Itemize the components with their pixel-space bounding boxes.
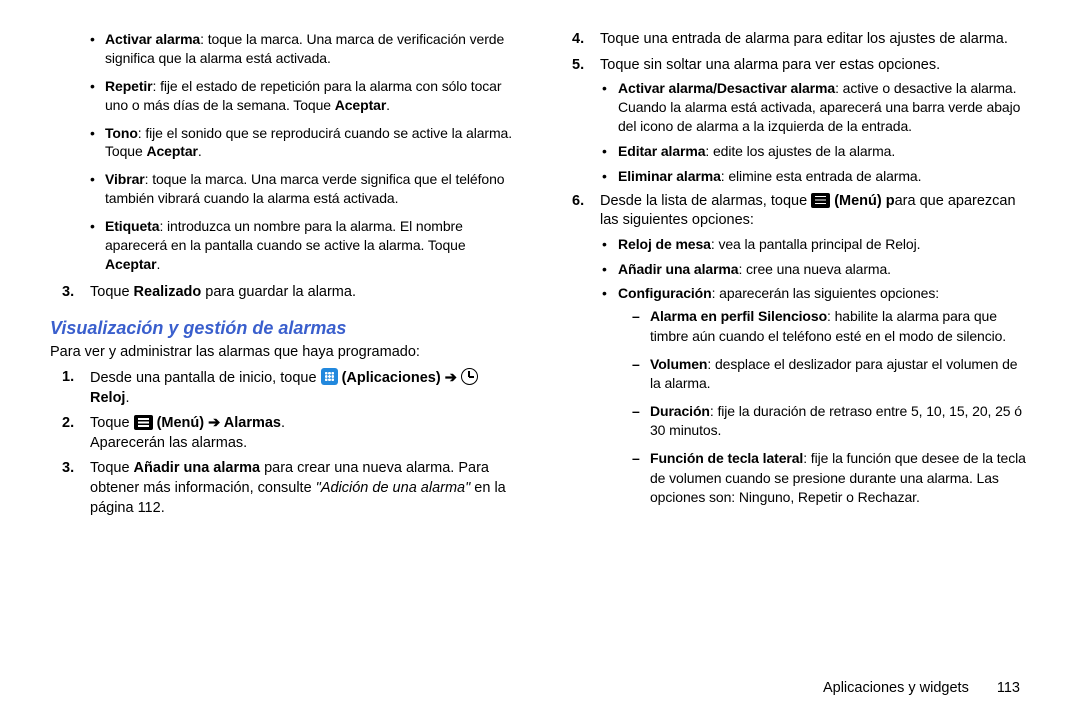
heading-visualizacion: Visualización y gestión de alarmas (50, 316, 520, 340)
page-footer: Aplicaciones y widgets 113 (823, 680, 1020, 696)
intro-text: Para ver y administrar las alarmas que h… (50, 343, 520, 363)
bullet-vibrar: Vibrar: toque la marca. Una marca verde … (50, 170, 520, 208)
footer-page-number: 113 (997, 680, 1020, 696)
dash-volumen: Volumen: desplace el deslizador para aju… (618, 355, 1030, 394)
s5-editar: Editar alarma: edite los ajustes de la a… (600, 142, 1030, 161)
view-step-3: 3. Toque Añadir una alarma para crear un… (50, 459, 520, 518)
s5-activar: Activar alarma/Desactivar alarma: active… (600, 79, 1030, 136)
left-step-3: 3.Toque Realizado para guardar la alarma… (50, 283, 520, 303)
view-steps: 1. Desde una pantalla de inicio, toque (… (50, 368, 520, 518)
right-column: 4.Toque una entrada de alarma para edita… (560, 30, 1030, 700)
view-step-1: 1. Desde una pantalla de inicio, toque (… (50, 368, 520, 408)
apps-icon (321, 368, 338, 385)
right-steps: 4.Toque una entrada de alarma para edita… (560, 30, 1030, 508)
dash-silencioso: Alarma en perfil Silencioso: habilite la… (618, 307, 1030, 346)
footer-section: Aplicaciones y widgets (823, 680, 969, 696)
step-5: 5.Toque sin soltar una alarma para ver e… (560, 56, 1030, 186)
menu-icon (134, 415, 153, 430)
step5-bullets: Activar alarma/Desactivar alarma: active… (600, 79, 1030, 185)
bullet-activar-alarma: Activar alarma: toque la marca. Una marc… (50, 30, 520, 68)
left-column: Activar alarma: toque la marca. Una marc… (50, 30, 520, 700)
step-3-left: 3.Toque Realizado para guardar la alarma… (50, 283, 520, 303)
dash-duracion: Duración: fije la duración de retraso en… (618, 402, 1030, 441)
s6-anadir: Añadir una alarma: cree una nueva alarma… (600, 260, 1030, 279)
menu-icon (811, 193, 830, 208)
config-dash-list: Alarma en perfil Silencioso: habilite la… (618, 307, 1030, 507)
step-4: 4.Toque una entrada de alarma para edita… (560, 30, 1030, 50)
s6-reloj-mesa: Reloj de mesa: vea la pantalla principal… (600, 235, 1030, 254)
s5-eliminar: Eliminar alarma: elimine esta entrada de… (600, 167, 1030, 186)
bullet-repetir: Repetir: fije el estado de repetición pa… (50, 77, 520, 115)
view-step-2: 2. Toque (Menú) ➔ Alarmas. Aparecerán la… (50, 414, 520, 453)
s6-config: Configuración: aparecerán las siguientes… (600, 284, 1030, 507)
clock-icon (461, 368, 478, 385)
step-6: 6. Desde la lista de alarmas, toque (Men… (560, 192, 1030, 508)
bullet-tono: Tono: fije el sonido que se reproducirá … (50, 124, 520, 162)
bullet-etiqueta: Etiqueta: introduzca un nombre para la a… (50, 217, 520, 274)
step6-bullets: Reloj de mesa: vea la pantalla principal… (600, 235, 1030, 508)
left-bullet-list: Activar alarma: toque la marca. Una marc… (50, 30, 520, 274)
dash-tecla-lateral: Función de tecla lateral: fije la funció… (618, 449, 1030, 508)
